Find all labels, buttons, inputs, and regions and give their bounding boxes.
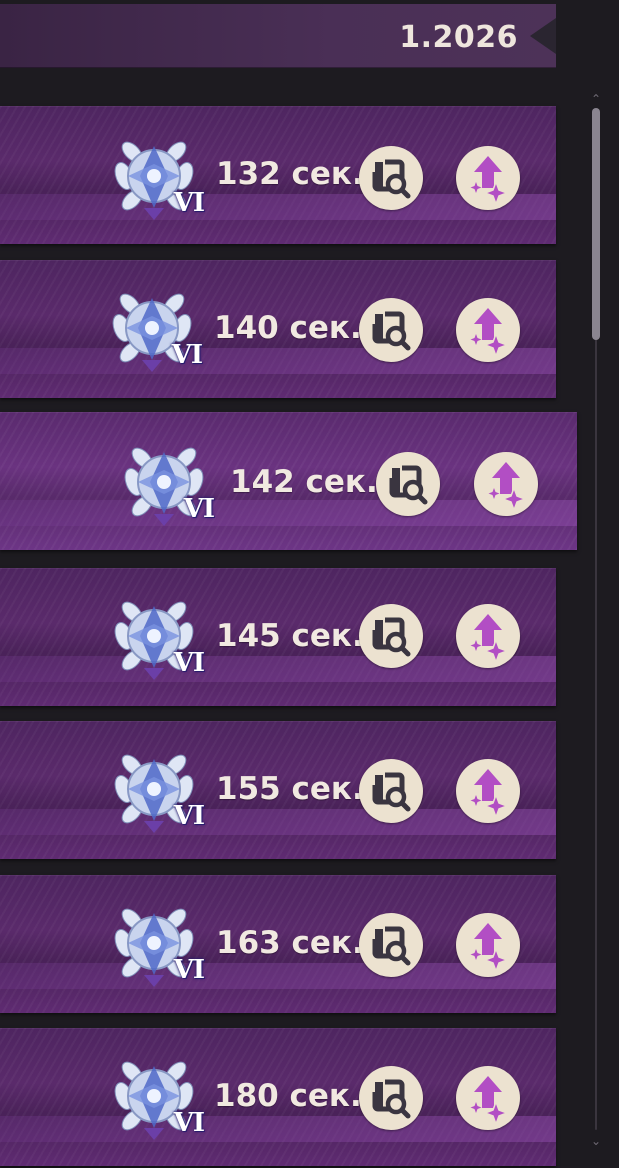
- list-item[interactable]: VI 132 сек.: [0, 106, 556, 244]
- inspect-magnifier-icon: [371, 1078, 411, 1119]
- clear-time: 163 сек.: [216, 925, 364, 961]
- rank-badge-icon: VI: [106, 1048, 205, 1144]
- details-button[interactable]: [376, 452, 440, 516]
- list-item[interactable]: VI 140 сек.: [0, 260, 556, 398]
- details-button[interactable]: [359, 604, 423, 668]
- details-button[interactable]: [359, 146, 423, 210]
- clear-time: 132 сек.: [216, 156, 364, 192]
- sparkle-upgrade-arrow-icon: [470, 614, 510, 665]
- clear-time: 140 сек.: [214, 310, 362, 346]
- inspect-magnifier-icon: [371, 925, 411, 966]
- details-button[interactable]: [359, 759, 423, 823]
- details-button[interactable]: [359, 913, 423, 977]
- inspect-magnifier-icon: [388, 464, 428, 505]
- inspect-magnifier-icon: [371, 616, 411, 657]
- rank-numeral: VI: [173, 801, 205, 831]
- clear-time: 180 сек.: [214, 1078, 362, 1114]
- upgrade-button[interactable]: [456, 146, 520, 210]
- rank-numeral: VI: [173, 955, 205, 985]
- rank-badge-icon: VI: [106, 895, 205, 991]
- rank-numeral: VI: [173, 188, 205, 218]
- clear-time: 155 сек.: [216, 771, 364, 807]
- rank-numeral: VI: [183, 494, 215, 524]
- inspect-magnifier-icon: [371, 158, 411, 199]
- sparkle-upgrade-arrow-icon: [470, 769, 510, 820]
- clear-time: 145 сек.: [216, 618, 364, 654]
- upgrade-button[interactable]: [456, 913, 520, 977]
- rank-numeral: VI: [171, 340, 203, 370]
- list-item[interactable]: VI 163 сек.: [0, 875, 556, 1013]
- inspect-magnifier-icon: [371, 310, 411, 351]
- details-button[interactable]: [359, 298, 423, 362]
- clear-time: 142 сек.: [230, 464, 378, 500]
- record-list: VI 132 сек. VI 140 сек. VI 142 сек. VI 1…: [0, 0, 600, 1168]
- rank-badge-icon: VI: [106, 741, 205, 837]
- rank-badge-icon: VI: [116, 434, 215, 530]
- upgrade-button[interactable]: [456, 1066, 520, 1130]
- sparkle-upgrade-arrow-icon: [470, 156, 510, 207]
- sparkle-upgrade-arrow-icon: [470, 308, 510, 359]
- upgrade-button[interactable]: [456, 604, 520, 668]
- rank-badge-icon: VI: [106, 128, 205, 224]
- upgrade-button[interactable]: [474, 452, 538, 516]
- rank-numeral: VI: [173, 1108, 205, 1138]
- sparkle-upgrade-arrow-icon: [488, 462, 528, 513]
- details-button[interactable]: [359, 1066, 423, 1130]
- rank-badge-icon: VI: [104, 280, 203, 376]
- rank-numeral: VI: [173, 648, 205, 678]
- scrollbar[interactable]: ⌃ ⌄: [590, 93, 604, 1150]
- list-item[interactable]: VI 155 сек.: [0, 721, 556, 859]
- scroll-down-arrow-icon[interactable]: ⌄: [590, 1135, 602, 1147]
- scroll-thumb[interactable]: [592, 108, 600, 340]
- sparkle-upgrade-arrow-icon: [470, 1076, 510, 1127]
- upgrade-button[interactable]: [456, 759, 520, 823]
- sparkle-upgrade-arrow-icon: [470, 923, 510, 974]
- rank-badge-icon: VI: [106, 588, 205, 684]
- list-item[interactable]: VI 180 сек.: [0, 1028, 556, 1166]
- list-item[interactable]: VI 145 сек.: [0, 568, 556, 706]
- inspect-magnifier-icon: [371, 771, 411, 812]
- list-item-selected[interactable]: VI 142 сек.: [0, 412, 577, 550]
- upgrade-button[interactable]: [456, 298, 520, 362]
- scroll-up-arrow-icon[interactable]: ⌃: [590, 93, 602, 105]
